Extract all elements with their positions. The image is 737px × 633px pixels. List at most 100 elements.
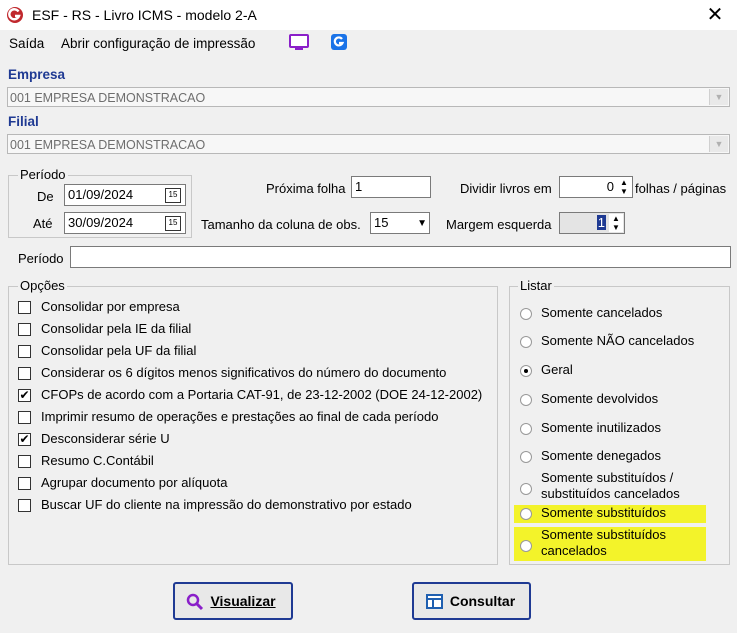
listar-option[interactable]: Somente cancelados [514,305,706,325]
opcao-checkbox[interactable] [18,367,31,380]
listar-label-line: Somente inutilizados [541,420,661,435]
listar-label-line: Somente devolvidos [541,391,659,406]
opcao-label: Consolidar por empresa [41,299,180,314]
ate-label: Até [33,216,53,231]
listar-label: Somente substituídos / substituídos cance… [541,470,680,502]
margem-input[interactable]: 1 ▲ ▼ [559,212,625,234]
listar-label: Geral [541,362,573,378]
listar-radio[interactable] [520,394,532,406]
opcao-checkbox[interactable] [18,323,31,336]
de-date-input[interactable]: 01/09/2024 15 [64,184,186,206]
listar-radio[interactable] [520,336,532,348]
chevron-down-icon[interactable]: ▼ [709,89,728,105]
empresa-value: 001 EMPRESA DEMONSTRACAO [10,91,206,105]
listar-radio[interactable] [520,451,532,463]
de-label: De [37,189,54,204]
listar-label-line: Somente substituídos [541,505,667,520]
opcoes-group-title: Opções [18,278,67,293]
calendar-icon[interactable]: 15 [165,216,181,231]
listar-label-line: Somente cancelados [541,305,663,320]
opcao-label: CFOPs de acordo com a Portaria CAT-91, d… [41,387,483,402]
listar-label-line: Somente NÃO cancelados [541,333,695,348]
opcao-label: Considerar os 6 dígitos menos significat… [41,365,447,380]
filial-label: Filial [8,114,39,129]
menu-saida[interactable]: Saída [9,36,44,51]
dividir-input[interactable]: 0 ▲ ▼ [559,176,633,198]
opcao-label: Imprimir resumo de operações e prestaçõe… [41,409,439,424]
listar-option[interactable]: Somente denegados [514,448,706,468]
opcao-checkbox[interactable] [18,301,31,314]
app-logo-icon [6,6,24,24]
opcao-checkbox[interactable] [18,455,31,468]
listar-option[interactable]: Somente inutilizados [514,420,706,440]
chevron-down-icon[interactable]: ▼ [417,214,427,234]
periodo-text-label: Período [18,251,64,266]
opcao-checkbox[interactable]: ✔ [18,389,31,402]
empresa-label: Empresa [8,67,66,82]
opcao-checkbox[interactable] [18,499,31,512]
ate-date-value: 30/09/2024 [68,215,134,230]
opcao-checkbox[interactable]: ✔ [18,433,31,446]
periodo-text-input[interactable] [70,246,731,268]
listar-option[interactable]: Somente substituídos / substituídos cance… [514,470,706,504]
listar-label-line: Somente denegados [541,448,661,463]
opcao-checkbox[interactable] [18,411,31,424]
proxima-folha-input[interactable]: 1 [351,176,431,198]
listar-label-line: Somente substituídos / [541,470,674,485]
window-title: ESF - RS - Livro ICMS - modelo 2-A [32,7,257,23]
listar-label: Somente inutilizados [541,420,661,436]
close-button[interactable]: ✕ [698,2,732,28]
opcao-label: Consolidar pela UF da filial [41,343,197,358]
listar-radio[interactable] [520,308,532,320]
listar-label: Somente devolvidos [541,391,658,407]
chevron-down-icon[interactable]: ▼ [709,136,728,152]
listar-label: Somente substituídos [541,505,666,521]
consultar-button[interactable]: Consultar [412,582,531,620]
listar-option[interactable]: Somente devolvidos [514,391,706,411]
listar-label: Somente NÃO cancelados [541,333,694,349]
listar-group-title: Listar [518,278,554,293]
listar-label: Somente denegados [541,448,661,464]
opcao-checkbox[interactable] [18,345,31,358]
visualizar-button[interactable]: Visualizar [173,582,293,620]
dividir-suffix: folhas / páginas [635,181,727,196]
opcao-label: Buscar UF do cliente na impressão do dem… [41,497,412,512]
filial-select[interactable]: 001 EMPRESA DEMONSTRACAO ▼ [7,134,730,154]
spinner-icon[interactable]: ▲ ▼ [609,214,623,232]
listar-radio[interactable] [520,540,532,552]
listar-label-line: cancelados [541,543,607,558]
spinner-icon[interactable]: ▲ ▼ [617,178,631,196]
tamanho-coluna-select[interactable]: 15 ▼ [370,212,430,234]
monitor-icon[interactable] [289,34,309,52]
margem-label: Margem esquerda [446,217,552,232]
listar-radio[interactable] [520,508,532,520]
listar-option[interactable]: Somente substituídos [514,505,706,523]
visualizar-label: Visualizar [210,593,276,609]
dividir-label: Dividir livros em [460,181,552,196]
periodo-group-title: Período [18,167,68,182]
tamanho-coluna-label: Tamanho da coluna de obs. [201,217,361,232]
app-launch-icon[interactable] [330,33,348,51]
dividir-value: 0 [606,179,614,194]
listar-radio[interactable] [520,423,532,435]
listar-option[interactable]: Somente substituídos cancelados [514,527,706,561]
menu-abrir-configuracao[interactable]: Abrir configuração de impressão [61,36,255,51]
listar-option[interactable]: Somente NÃO cancelados [514,333,706,353]
table-search-icon [426,594,443,609]
listar-label: Somente cancelados [541,305,662,321]
proxima-folha-label: Próxima folha [266,181,346,196]
listar-radio[interactable] [520,483,532,495]
empresa-select[interactable]: 001 EMPRESA DEMONSTRACAO ▼ [7,87,730,107]
calendar-icon[interactable]: 15 [165,188,181,203]
listar-label-line: Geral [541,362,573,377]
opcao-checkbox[interactable] [18,477,31,490]
opcao-label: Agrupar documento por alíquota [41,475,228,490]
listar-label-line: substituídos cancelados [541,486,680,501]
de-date-value: 01/09/2024 [68,187,134,202]
listar-option[interactable]: Geral [514,362,706,382]
opcao-label: Consolidar pela IE da filial [41,321,192,336]
listar-label: Somente substituídos cancelados [541,527,666,559]
listar-radio[interactable] [520,365,532,377]
ate-date-input[interactable]: 30/09/2024 15 [64,212,186,234]
opcao-label: Resumo C.Contábil [41,453,154,468]
